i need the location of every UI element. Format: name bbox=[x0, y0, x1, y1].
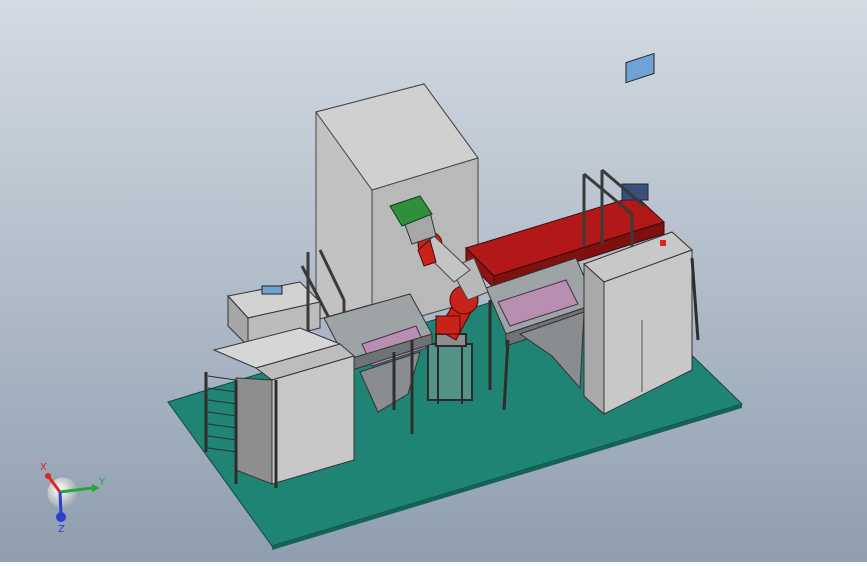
x-axis-label: X bbox=[40, 462, 47, 473]
y-axis-label: Y bbox=[98, 477, 106, 488]
small-screen bbox=[261, 285, 283, 295]
z-axis-label: Z bbox=[58, 524, 65, 535]
robot-pedestal bbox=[427, 333, 473, 404]
cad-viewport[interactable]: X Y Z bbox=[0, 0, 867, 562]
status-light bbox=[660, 240, 666, 246]
assembly-render: X Y Z bbox=[0, 0, 867, 562]
z-axis-arrow bbox=[58, 491, 63, 515]
